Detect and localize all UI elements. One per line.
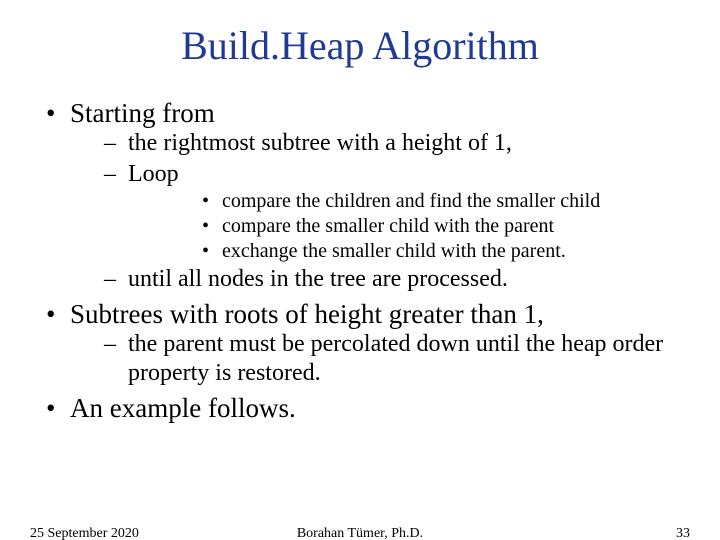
bullet-example-follows: An example follows. bbox=[40, 392, 680, 424]
bullet-starting-from: Starting from the rightmost subtree with… bbox=[40, 97, 680, 294]
bullet-text: Starting from bbox=[70, 98, 215, 128]
bullet-text: Subtrees with roots of height greater th… bbox=[70, 299, 544, 329]
footer-date: 25 September 2020 bbox=[30, 526, 250, 540]
bullet-until-processed: until all nodes in the tree are processe… bbox=[70, 265, 680, 294]
footer: 25 September 2020 Borahan Tümer, Ph.D. 3… bbox=[0, 526, 720, 540]
footer-page-number: 33 bbox=[470, 526, 690, 540]
bullet-rightmost-subtree: the rightmost subtree with a height of 1… bbox=[70, 129, 680, 158]
footer-author: Borahan Tümer, Ph.D. bbox=[250, 526, 470, 540]
bullet-percolate-down: the parent must be percolated down until… bbox=[70, 330, 680, 388]
slide-content: Starting from the rightmost subtree with… bbox=[0, 97, 720, 424]
bullet-subtrees-height: Subtrees with roots of height greater th… bbox=[40, 298, 680, 388]
bullet-exchange: exchange the smaller child with the pare… bbox=[128, 239, 680, 263]
bullet-text: Loop bbox=[128, 161, 179, 187]
bullet-compare-parent: compare the smaller child with the paren… bbox=[128, 214, 680, 238]
slide: Build.Heap Algorithm Starting from the r… bbox=[0, 22, 720, 540]
bullet-compare-children: compare the children and find the smalle… bbox=[128, 189, 680, 213]
bullet-loop: Loop compare the children and find the s… bbox=[70, 160, 680, 263]
slide-title: Build.Heap Algorithm bbox=[0, 22, 720, 69]
